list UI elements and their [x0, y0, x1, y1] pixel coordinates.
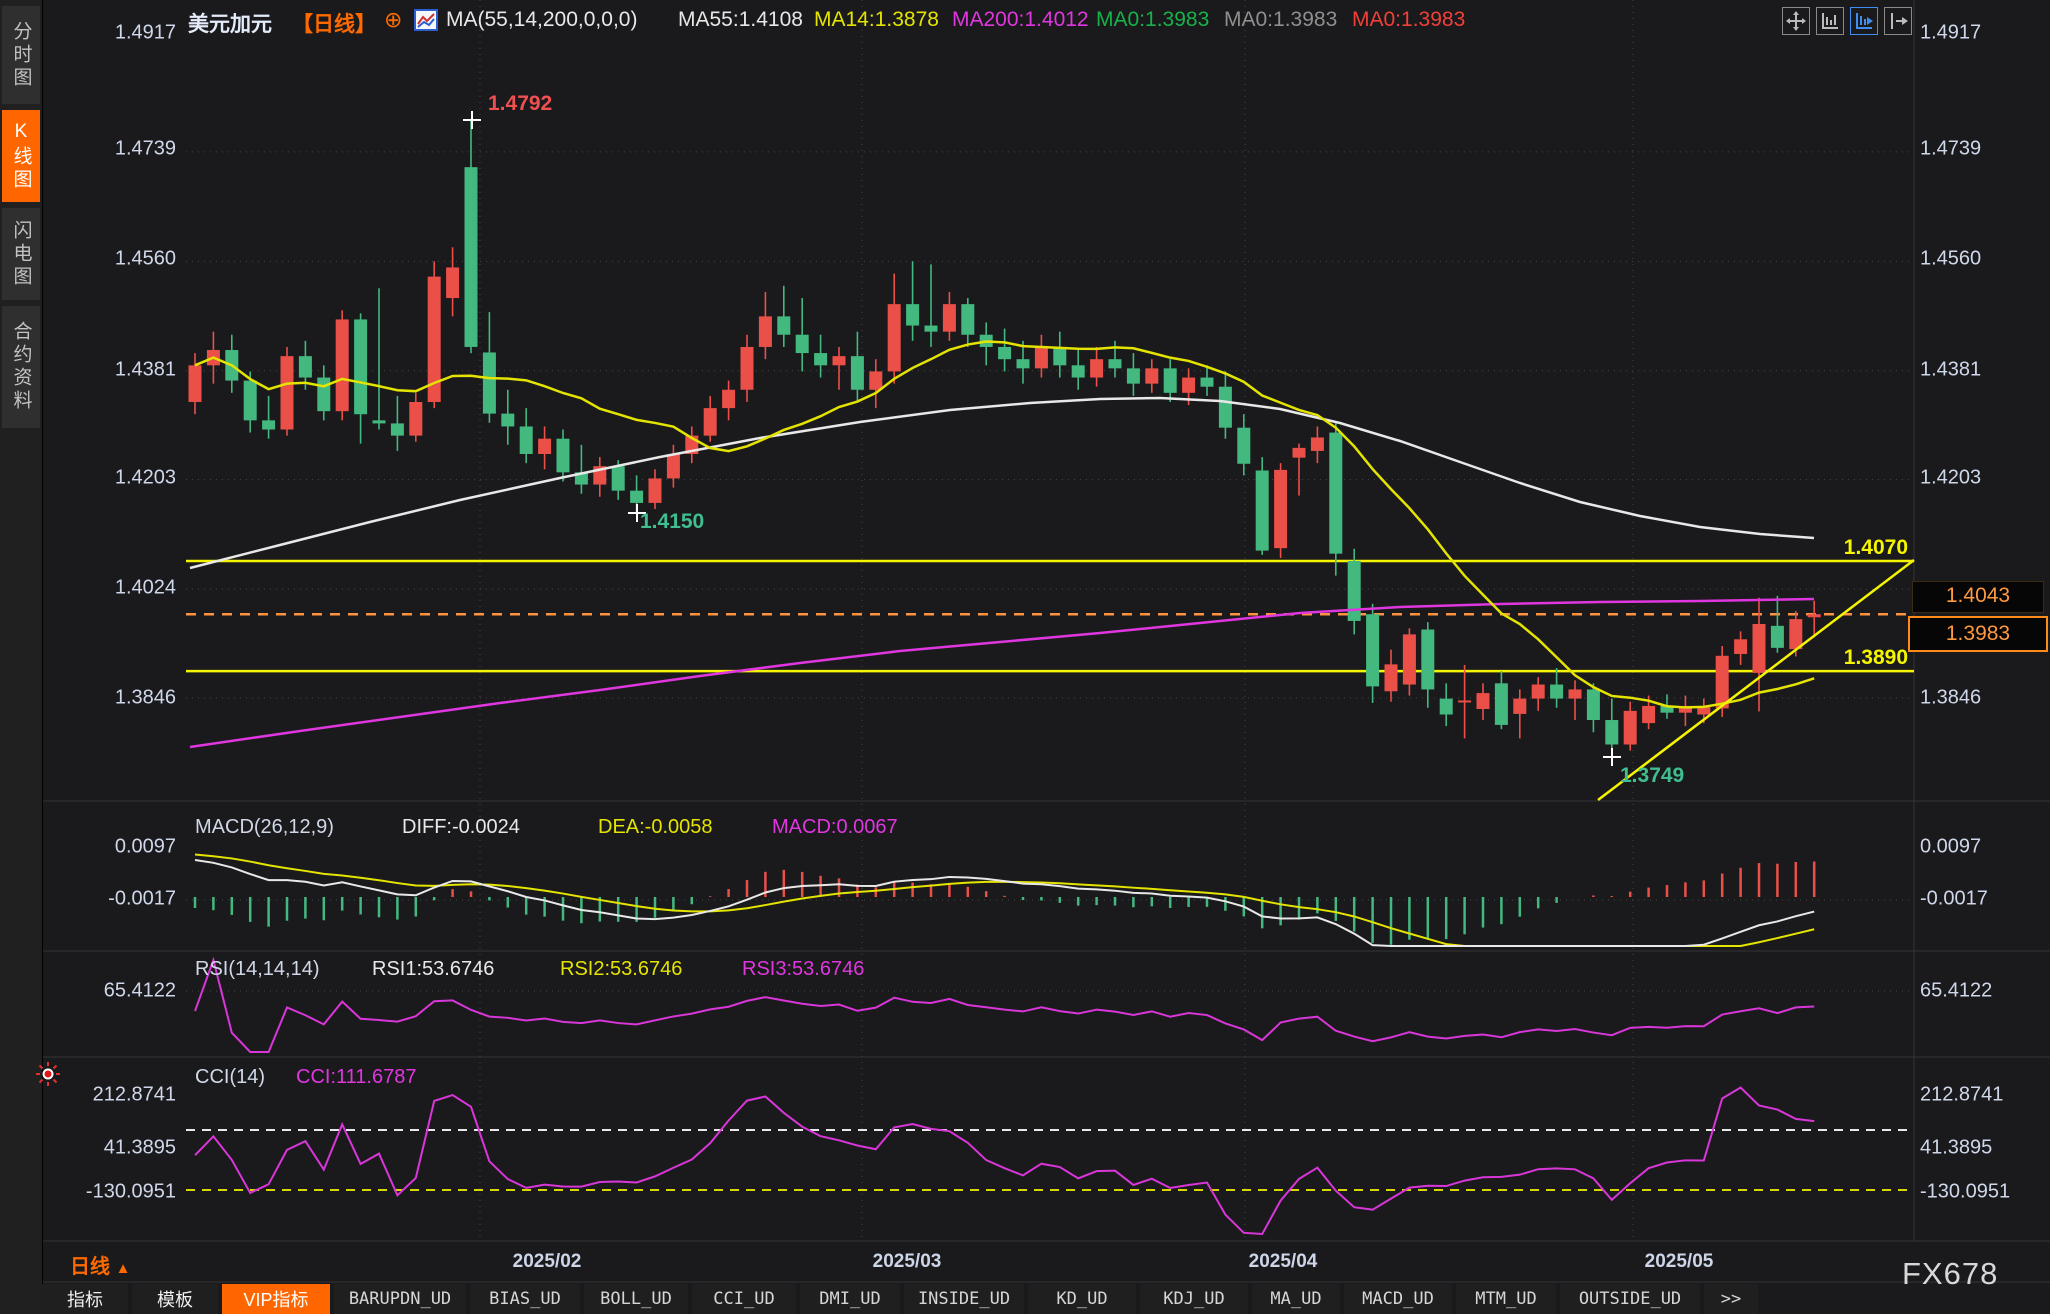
- last-high-price-box: 1.4043: [1912, 581, 2044, 613]
- ma-params: MA(55,14,200,0,0,0): [446, 8, 637, 32]
- ma0-green-value: MA0:1.3983: [1096, 8, 1209, 32]
- y-axis-label: 1.3846: [66, 687, 176, 710]
- tab-templates[interactable]: 模板: [132, 1284, 218, 1314]
- symbol-title: 美元加元: [188, 8, 272, 38]
- tab-mtm-ud[interactable]: MTM_UD: [1456, 1284, 1556, 1314]
- may-low-annotation: 1.3749: [1620, 764, 1684, 788]
- y-axis-label: 1.4560: [66, 248, 176, 271]
- rsi-title: RSI(14,14,14): [195, 958, 320, 981]
- y-axis-label: 212.8741: [66, 1084, 176, 1107]
- fx678-watermark: FX678: [1902, 1256, 1998, 1292]
- target-icon[interactable]: ⊕: [384, 7, 402, 33]
- candlestick-chart-canvas[interactable]: [0, 0, 2050, 1314]
- sidebar-item-time-chart[interactable]: 分时图: [2, 6, 40, 104]
- y-axis-label: -130.0951: [66, 1181, 176, 1204]
- alert-blink-icon[interactable]: [36, 1062, 60, 1091]
- current-price-box: 1.3983: [1908, 616, 2048, 652]
- axis-scale-button[interactable]: [1816, 7, 1844, 35]
- support-level-label: 1.3890: [1798, 646, 1908, 670]
- y-axis-label: 1.4560: [1920, 248, 1981, 271]
- y-axis-label: 1.3846: [1920, 687, 1981, 710]
- tab-barupdn-ud[interactable]: BARUPDN_UD: [334, 1284, 466, 1314]
- y-axis-label: 1.4739: [66, 138, 176, 161]
- y-axis-label: 1.4381: [66, 359, 176, 382]
- ma0-gray-value: MA0:1.3983: [1224, 8, 1337, 32]
- spike-high-annotation: 1.4792: [488, 92, 552, 116]
- sidebar-item-label: 闪电图: [8, 220, 35, 289]
- sidebar-item-label: 合约资料: [8, 321, 35, 413]
- rsi3-value: RSI3:53.6746: [742, 958, 864, 981]
- y-axis-label: 65.4122: [66, 980, 176, 1003]
- y-axis-label: -0.0017: [66, 888, 176, 911]
- tab-kdj-ud[interactable]: KDJ_UD: [1140, 1284, 1248, 1314]
- auto-scale-button[interactable]: [1850, 7, 1878, 35]
- tab-boll-ud[interactable]: BOLL_UD: [584, 1284, 688, 1314]
- x-axis-label: 2025/02: [513, 1251, 582, 1273]
- sidebar-item-label: K线图: [8, 121, 35, 192]
- tab-cci-ud[interactable]: CCI_UD: [692, 1284, 796, 1314]
- chart-style-icon[interactable]: [414, 9, 438, 36]
- y-axis-label: 1.4203: [1920, 467, 1981, 490]
- indicator-tab-bar: 指标 模板 VIP指标 BARUPDN_UD BIAS_UD BOLL_UD C…: [42, 1284, 1758, 1314]
- y-axis-label: 1.4024: [66, 577, 176, 600]
- x-axis-label: 2025/05: [1645, 1251, 1714, 1273]
- tab-more-chevron[interactable]: >>: [1704, 1284, 1758, 1314]
- rsi2-value: RSI2:53.6746: [560, 958, 682, 981]
- y-axis-label: 1.4917: [1920, 22, 1981, 45]
- period-selector[interactable]: 日线 ▲: [70, 1250, 130, 1279]
- period-label: 日线: [70, 1256, 110, 1278]
- tab-outside-ud[interactable]: OUTSIDE_UD: [1560, 1284, 1700, 1314]
- macd-value: MACD:0.0067: [772, 816, 898, 839]
- tab-inside-ud[interactable]: INSIDE_UD: [904, 1284, 1024, 1314]
- macd-diff-value: DIFF:-0.0024: [402, 816, 520, 839]
- cci-title: CCI(14): [195, 1066, 265, 1089]
- ma55-value: MA55:1.4108: [678, 8, 803, 32]
- y-axis-label: 65.4122: [1920, 980, 1992, 1003]
- y-axis-label: 0.0097: [66, 836, 176, 859]
- chevron-up-icon: ▲: [116, 1260, 131, 1277]
- x-axis-label: 2025/03: [873, 1251, 942, 1273]
- tab-bias-ud[interactable]: BIAS_UD: [470, 1284, 580, 1314]
- y-axis-label: -0.0017: [1920, 888, 1988, 911]
- move-crosshair-button[interactable]: [1782, 7, 1810, 35]
- feb-low-annotation: 1.4150: [640, 510, 704, 534]
- shift-chart-button[interactable]: [1884, 7, 1912, 35]
- rsi1-value: RSI1:53.6746: [372, 958, 494, 981]
- y-axis-label: 1.4739: [1920, 138, 1981, 161]
- macd-title: MACD(26,12,9): [195, 816, 334, 839]
- sidebar-item-kline-chart[interactable]: K线图: [2, 110, 40, 202]
- tab-macd-ud[interactable]: MACD_UD: [1344, 1284, 1452, 1314]
- chart-application: 分时图 K线图 闪电图 合约资料 美元加元 【日线】 ⊕ MA(55,14,20…: [0, 0, 2050, 1314]
- ma0-red-value: MA0:1.3983: [1352, 8, 1465, 32]
- cci-value: CCI:111.6787: [296, 1066, 416, 1089]
- y-axis-label: 0.0097: [1920, 836, 1981, 859]
- y-axis-label: 1.4917: [66, 22, 176, 45]
- tab-dmi-ud[interactable]: DMI_UD: [800, 1284, 900, 1314]
- tab-kd-ud[interactable]: KD_UD: [1028, 1284, 1136, 1314]
- y-axis-label: 1.4381: [1920, 359, 1981, 382]
- resistance-level-label: 1.4070: [1798, 536, 1908, 560]
- sidebar-item-contract-info[interactable]: 合约资料: [2, 306, 40, 428]
- ma200-value: MA200:1.4012: [952, 8, 1089, 32]
- y-axis-label: 41.3895: [1920, 1137, 1992, 1160]
- y-axis-label: -130.0951: [1920, 1181, 2010, 1204]
- chart-type-sidebar: 分时图 K线图 闪电图 合约资料: [0, 0, 43, 1314]
- timeframe-label[interactable]: 【日线】: [292, 8, 376, 38]
- ma14-value: MA14:1.3878: [814, 8, 939, 32]
- tab-vip-indicators[interactable]: VIP指标: [222, 1284, 330, 1314]
- y-axis-label: 1.4203: [66, 467, 176, 490]
- sidebar-item-label: 分时图: [8, 21, 35, 90]
- y-axis-label: 41.3895: [66, 1137, 176, 1160]
- macd-dea-value: DEA:-0.0058: [598, 816, 713, 839]
- sidebar-item-flash-chart[interactable]: 闪电图: [2, 208, 40, 300]
- tab-ma-ud[interactable]: MA_UD: [1252, 1284, 1340, 1314]
- tab-indicators[interactable]: 指标: [42, 1284, 128, 1314]
- y-axis-label: 212.8741: [1920, 1084, 2003, 1107]
- x-axis-label: 2025/04: [1249, 1251, 1318, 1273]
